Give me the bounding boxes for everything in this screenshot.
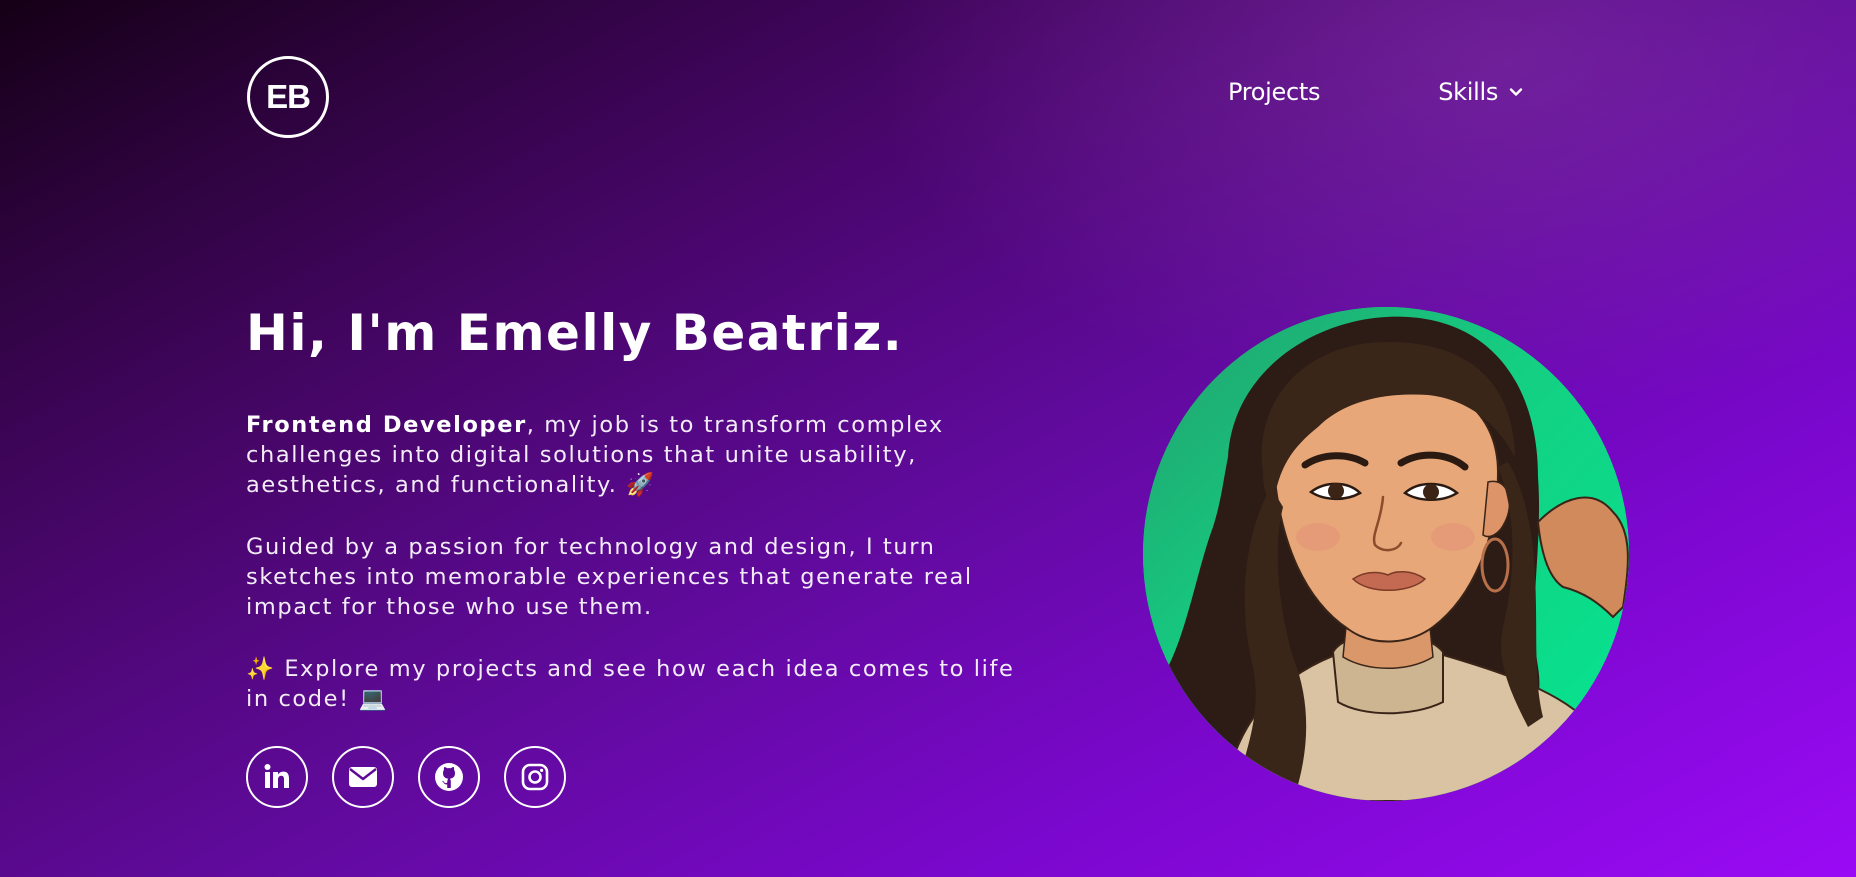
email-link[interactable]	[332, 746, 394, 808]
nav-projects[interactable]: Projects	[1228, 78, 1321, 106]
hero-section: Hi, I'm Emelly Beatriz. Frontend Develop…	[246, 296, 1046, 714]
instagram-link[interactable]	[504, 746, 566, 808]
mail-icon	[349, 767, 377, 787]
linkedin-icon	[264, 764, 289, 788]
logo[interactable]: EB	[247, 56, 329, 138]
linkedin-link[interactable]	[246, 746, 308, 808]
intro-paragraph: Frontend Developer, my job is to transfo…	[246, 410, 1046, 500]
nav-skills-label: Skills	[1438, 78, 1499, 106]
page-title: Hi, I'm Emelly Beatriz.	[246, 304, 904, 362]
passion-paragraph: Guided by a passion for technology and d…	[246, 534, 973, 620]
social-links	[246, 746, 590, 808]
instagram-icon	[521, 763, 549, 791]
main-nav: Projects Skills	[1228, 78, 1524, 106]
profile-illustration	[1143, 307, 1629, 801]
role-highlight: Frontend Developer	[246, 412, 527, 438]
cta-paragraph: ✨ Explore my projects and see how each i…	[246, 656, 1015, 712]
github-link[interactable]	[418, 746, 480, 808]
chevron-down-icon	[1509, 88, 1523, 96]
nav-skills-dropdown[interactable]: Skills	[1438, 78, 1524, 106]
github-icon	[435, 763, 463, 791]
profile-avatar	[1143, 307, 1629, 801]
